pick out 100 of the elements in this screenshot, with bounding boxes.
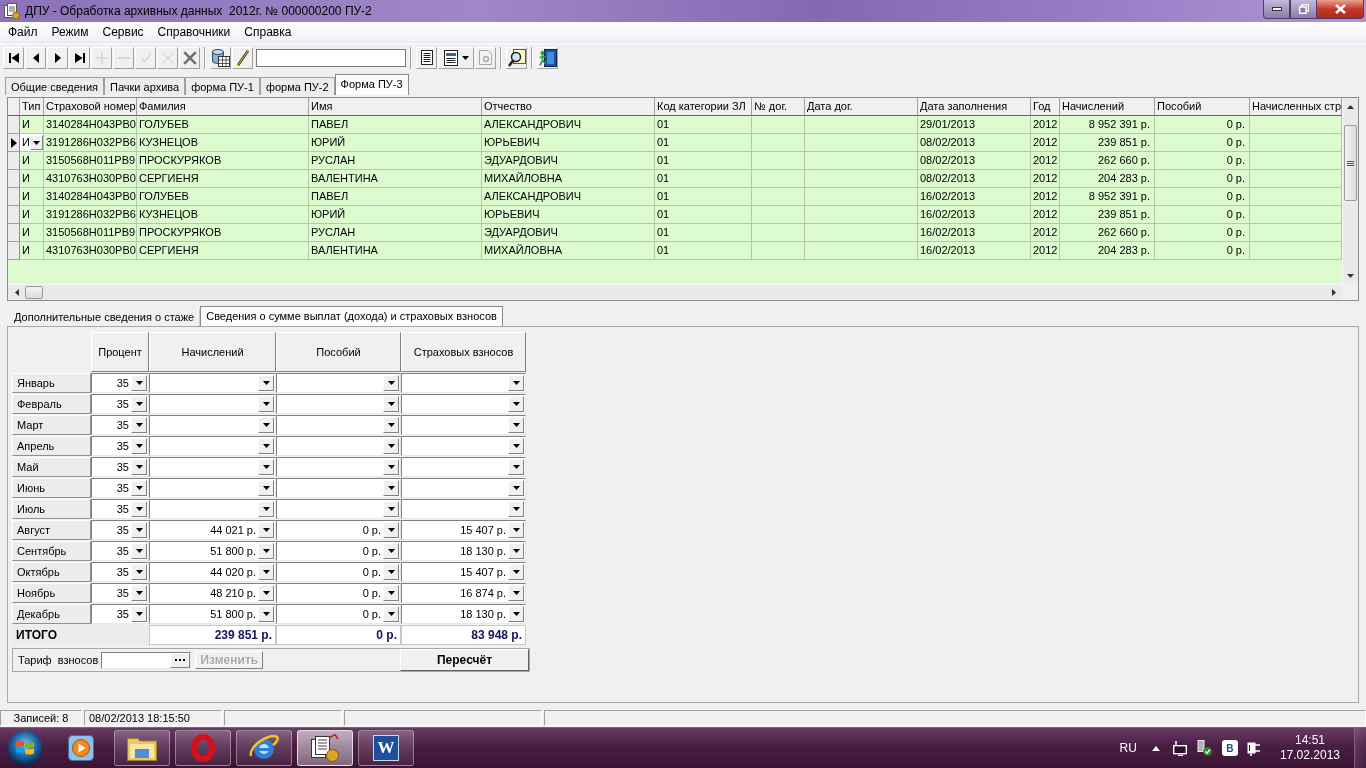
contributions-field[interactable]: 18 130 р.: [401, 604, 526, 624]
show-desktop-button[interactable]: [1354, 728, 1366, 768]
menu-item[interactable]: Сервис: [95, 23, 151, 41]
taskbar-app-button[interactable]: [114, 730, 170, 766]
browse-button[interactable]: [170, 652, 191, 668]
dropdown-button[interactable]: [258, 375, 274, 391]
dropdown-button[interactable]: [508, 522, 524, 538]
minimize-button[interactable]: [1263, 0, 1290, 19]
scroll-thumb[interactable]: [1344, 125, 1357, 201]
tariff-field[interactable]: [101, 651, 192, 669]
benefits-field[interactable]: [276, 415, 401, 435]
dropdown-button[interactable]: [131, 459, 147, 475]
horizontal-scrollbar[interactable]: [8, 284, 1342, 300]
contributions-field[interactable]: 15 407 р.: [401, 562, 526, 582]
taskbar-app-button[interactable]: [297, 730, 353, 766]
dropdown-button[interactable]: [383, 459, 399, 475]
menu-item[interactable]: Режим: [44, 23, 96, 41]
tab[interactable]: форма ПУ-1: [185, 77, 260, 95]
scroll-thumb[interactable]: [25, 286, 43, 299]
contributions-field[interactable]: 15 407 р.: [401, 520, 526, 540]
database-button[interactable]: [210, 46, 231, 69]
dropdown-button[interactable]: [131, 543, 147, 559]
percent-field[interactable]: 35: [91, 562, 149, 582]
accrued-field[interactable]: [149, 478, 276, 498]
benefits-field[interactable]: [276, 457, 401, 477]
contributions-field[interactable]: [401, 457, 526, 477]
restore-button[interactable]: [1290, 0, 1317, 19]
network-icon[interactable]: [1172, 740, 1187, 756]
accrued-field[interactable]: 51 800 р.: [149, 604, 276, 624]
dropdown-button[interactable]: [258, 522, 274, 538]
drive-check-icon[interactable]: [1196, 740, 1212, 756]
contributions-field[interactable]: [401, 415, 526, 435]
last-record-button[interactable]: [69, 46, 90, 69]
row-selector[interactable]: [8, 134, 20, 152]
benefits-field[interactable]: 0 р.: [276, 541, 401, 561]
accrued-field[interactable]: 44 020 р.: [149, 562, 276, 582]
close-button[interactable]: [1317, 0, 1364, 19]
accrued-field[interactable]: [149, 394, 276, 414]
tab[interactable]: форма ПУ-2: [259, 77, 335, 95]
accrued-field[interactable]: 44 021 р.: [149, 520, 276, 540]
accrued-field[interactable]: 48 210 р.: [149, 583, 276, 603]
percent-field[interactable]: 35: [91, 583, 149, 603]
type-dropdown[interactable]: И: [20, 134, 43, 151]
exit-button[interactable]: [537, 46, 558, 69]
tab[interactable]: Форма ПУ-3: [334, 74, 409, 95]
dropdown-button[interactable]: [383, 417, 399, 433]
dropdown-button[interactable]: [383, 564, 399, 580]
contributions-field[interactable]: [401, 499, 526, 519]
clock-date[interactable]: 17.02.2013: [1279, 748, 1340, 763]
dropdown-button[interactable]: [131, 606, 147, 622]
dropdown-button[interactable]: [258, 459, 274, 475]
toolbar-input-field[interactable]: [256, 48, 406, 67]
clock-time[interactable]: 14:51: [1294, 733, 1325, 748]
dropdown-button[interactable]: [383, 438, 399, 454]
accrued-field[interactable]: 51 800 р.: [149, 541, 276, 561]
dropdown-button[interactable]: [383, 606, 399, 622]
accrued-field[interactable]: [149, 373, 276, 393]
benefits-field[interactable]: [276, 499, 401, 519]
dropdown-button[interactable]: [131, 564, 147, 580]
dropdown-button[interactable]: [258, 543, 274, 559]
dropdown-button[interactable]: [258, 564, 274, 580]
tab[interactable]: Сведения о сумме выплат (дохода) и страховых взносов: [200, 306, 503, 326]
dropdown-button[interactable]: [131, 438, 147, 454]
percent-field[interactable]: 35: [91, 457, 149, 477]
dropdown-button[interactable]: [258, 585, 274, 601]
dropdown-button[interactable]: [383, 585, 399, 601]
vertical-scrollbar[interactable]: [1342, 98, 1358, 284]
dropdown-button[interactable]: [383, 543, 399, 559]
accrued-field[interactable]: [149, 499, 276, 519]
accrued-field[interactable]: [149, 436, 276, 456]
benefits-field[interactable]: [276, 394, 401, 414]
plug-icon[interactable]: [1246, 740, 1261, 756]
percent-field[interactable]: 35: [91, 520, 149, 540]
dropdown-button[interactable]: [508, 459, 524, 475]
dropdown-button[interactable]: [258, 438, 274, 454]
report-button[interactable]: [438, 46, 474, 69]
caret-up-icon[interactable]: [1151, 745, 1160, 751]
dropdown-button[interactable]: [131, 417, 147, 433]
benefits-field[interactable]: 0 р.: [276, 583, 401, 603]
taskbar-app-button[interactable]: [236, 730, 292, 766]
dropdown-button[interactable]: [258, 501, 274, 517]
accrued-field[interactable]: [149, 415, 276, 435]
percent-field[interactable]: 35: [91, 478, 149, 498]
dropdown-button[interactable]: [508, 585, 524, 601]
tab[interactable]: Общие сведения: [5, 77, 105, 95]
percent-field[interactable]: 35: [91, 373, 149, 393]
percent-field[interactable]: 35: [91, 541, 149, 561]
language-indicator[interactable]: RU: [1119, 741, 1137, 755]
dropdown-button[interactable]: [383, 501, 399, 517]
dropdown-button[interactable]: [508, 396, 524, 412]
dropdown-button[interactable]: [508, 417, 524, 433]
percent-field[interactable]: 35: [91, 436, 149, 456]
percent-field[interactable]: 35: [91, 499, 149, 519]
percent-field[interactable]: 35: [91, 415, 149, 435]
search-button[interactable]: [506, 46, 527, 69]
dropdown-button[interactable]: [508, 606, 524, 622]
first-record-button[interactable]: [3, 46, 24, 69]
dropdown-button[interactable]: [508, 564, 524, 580]
recalculate-button[interactable]: Пересчёт: [400, 649, 529, 671]
dropdown-button[interactable]: [30, 135, 43, 150]
